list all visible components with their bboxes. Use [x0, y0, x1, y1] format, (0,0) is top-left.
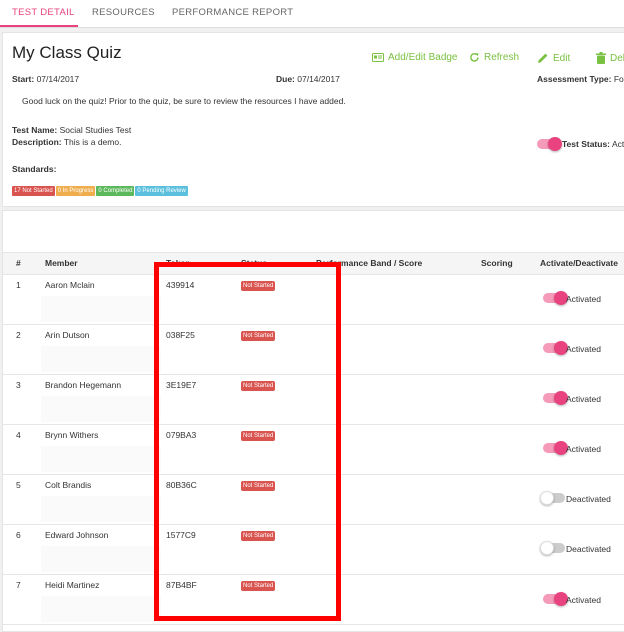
tab-resources[interactable]: RESOURCES — [92, 7, 155, 18]
token-value: 87B4BF — [166, 580, 197, 590]
row-number: 2 — [16, 330, 21, 340]
col-member[interactable]: Member — [45, 258, 78, 268]
refresh-icon — [470, 53, 479, 62]
add-edit-badge-label: Add/Edit Badge — [388, 52, 458, 63]
status-badge: Not Started — [241, 281, 276, 291]
description: Description: This is a demo. — [12, 137, 121, 147]
pencil-icon — [538, 53, 548, 63]
status-badge: Not Started — [241, 581, 276, 591]
status-badge: Not Started — [241, 381, 276, 391]
member-name: Edward Johnson — [45, 530, 109, 540]
assessment-type-value: Form — [613, 74, 624, 84]
tab-bar: TEST DETAIL RESOURCES PERFORMANCE REPORT — [0, 0, 624, 28]
due-label: Due: — [276, 74, 295, 84]
token-value: 038F25 — [166, 330, 195, 340]
activate-toggle[interactable] — [543, 341, 568, 355]
edit-label: Edit — [553, 52, 571, 64]
activation-label: Activated — [566, 294, 601, 304]
col-scoring[interactable]: Scoring — [481, 258, 513, 268]
start-date: Start: 07/14/2017 — [12, 74, 79, 84]
test-status-value: Activ — [611, 139, 624, 149]
col-number: # — [16, 258, 21, 268]
table-row — [3, 324, 624, 375]
token-value: 1577C9 — [166, 530, 196, 540]
test-status-label: Test Status: — [562, 139, 611, 149]
member-name: Aaron Mclain — [45, 280, 95, 290]
due-date: Due: 07/14/2017 — [276, 74, 340, 84]
delete-button[interactable]: Dele — [596, 52, 624, 64]
activate-toggle[interactable] — [540, 541, 565, 555]
tab-test-detail[interactable]: TEST DETAIL — [12, 7, 75, 18]
activation-label: Deactivated — [566, 544, 611, 554]
col-performance-band[interactable]: Performance Band / Score — [316, 258, 422, 268]
row-number: 4 — [16, 430, 21, 440]
member-name: Colt Brandis — [45, 480, 92, 490]
page-title: My Class Quiz — [12, 43, 122, 62]
assessment-type: Assessment Type: Form — [537, 74, 624, 84]
delete-label: Dele — [610, 52, 624, 64]
activation-label: Activated — [566, 595, 601, 605]
activation-label: Activated — [566, 444, 601, 454]
status-badge: Not Started — [241, 431, 276, 441]
activate-toggle[interactable] — [540, 491, 565, 505]
due-value: 07/14/2017 — [297, 74, 340, 84]
row-number: 7 — [16, 580, 21, 590]
start-label: Start: — [12, 74, 35, 84]
activate-toggle[interactable] — [543, 441, 568, 455]
row-number: 6 — [16, 530, 21, 540]
edit-button[interactable]: Edit — [537, 52, 570, 64]
token-value: 80B36C — [166, 480, 197, 490]
tab-performance-report[interactable]: PERFORMANCE REPORT — [172, 7, 293, 18]
member-name: Brynn Withers — [45, 430, 99, 440]
refresh-label: Refresh — [484, 52, 520, 63]
test-name-label: Test Name: — [12, 125, 58, 135]
table-row — [3, 474, 624, 525]
test-name-value: Social Studies Test — [59, 125, 132, 135]
badge-icon — [372, 53, 384, 62]
description-label: Description: — [12, 137, 62, 147]
member-name: Arin Dutson — [45, 330, 90, 340]
col-activate[interactable]: Activate/Deactivate — [540, 258, 618, 268]
row-number: 3 — [16, 380, 21, 390]
status-badge: Not Started — [241, 331, 276, 341]
table-row — [3, 274, 624, 325]
token-value: 079BA3 — [166, 430, 197, 440]
in-progress-badge: 0 In Progress — [55, 186, 96, 196]
activation-label: Activated — [566, 394, 601, 404]
member-name: Heidi Martinez — [45, 580, 100, 590]
test-status-toggle[interactable] — [537, 137, 562, 151]
row-number: 5 — [16, 480, 21, 490]
add-edit-badge-button[interactable]: Add/Edit Badge — [372, 52, 458, 63]
assessment-type-label: Assessment Type: — [537, 74, 612, 84]
description-value: This is a demo. — [63, 137, 122, 147]
activation-label: Activated — [566, 344, 601, 354]
activate-toggle[interactable] — [543, 592, 568, 606]
test-name: Test Name: Social Studies Test — [12, 125, 131, 135]
start-value: 07/14/2017 — [36, 74, 80, 84]
standards-label: Standards: — [12, 164, 57, 174]
token-value: 3E19E7 — [166, 380, 197, 390]
col-status[interactable]: Status — [241, 258, 267, 268]
completed-badge: 0 Completed — [96, 186, 135, 196]
activation-label: Deactivated — [566, 494, 611, 504]
col-token[interactable]: Token — [166, 258, 190, 268]
active-tab-indicator — [0, 25, 78, 27]
token-value: 439914 — [166, 280, 195, 290]
quiz-message: Good luck on the quiz! Prior to the quiz… — [22, 96, 346, 106]
activate-toggle[interactable] — [543, 291, 568, 305]
status-badge: Not Started — [241, 531, 276, 541]
not-started-badge: 17 Not Started — [12, 186, 55, 196]
pending-review-badge: 0 Pending Review — [135, 186, 188, 196]
row-number: 1 — [16, 280, 21, 290]
test-status: Test Status: Activ — [562, 139, 624, 149]
table-header — [3, 252, 624, 275]
status-summary-badges: 17 Not Started 0 In Progress 0 Completed… — [12, 186, 188, 196]
refresh-button[interactable]: Refresh — [469, 52, 519, 63]
member-name: Brandon Hegemann — [45, 380, 122, 390]
status-badge: Not Started — [241, 481, 276, 491]
activate-toggle[interactable] — [543, 391, 568, 405]
trash-icon — [596, 52, 606, 64]
